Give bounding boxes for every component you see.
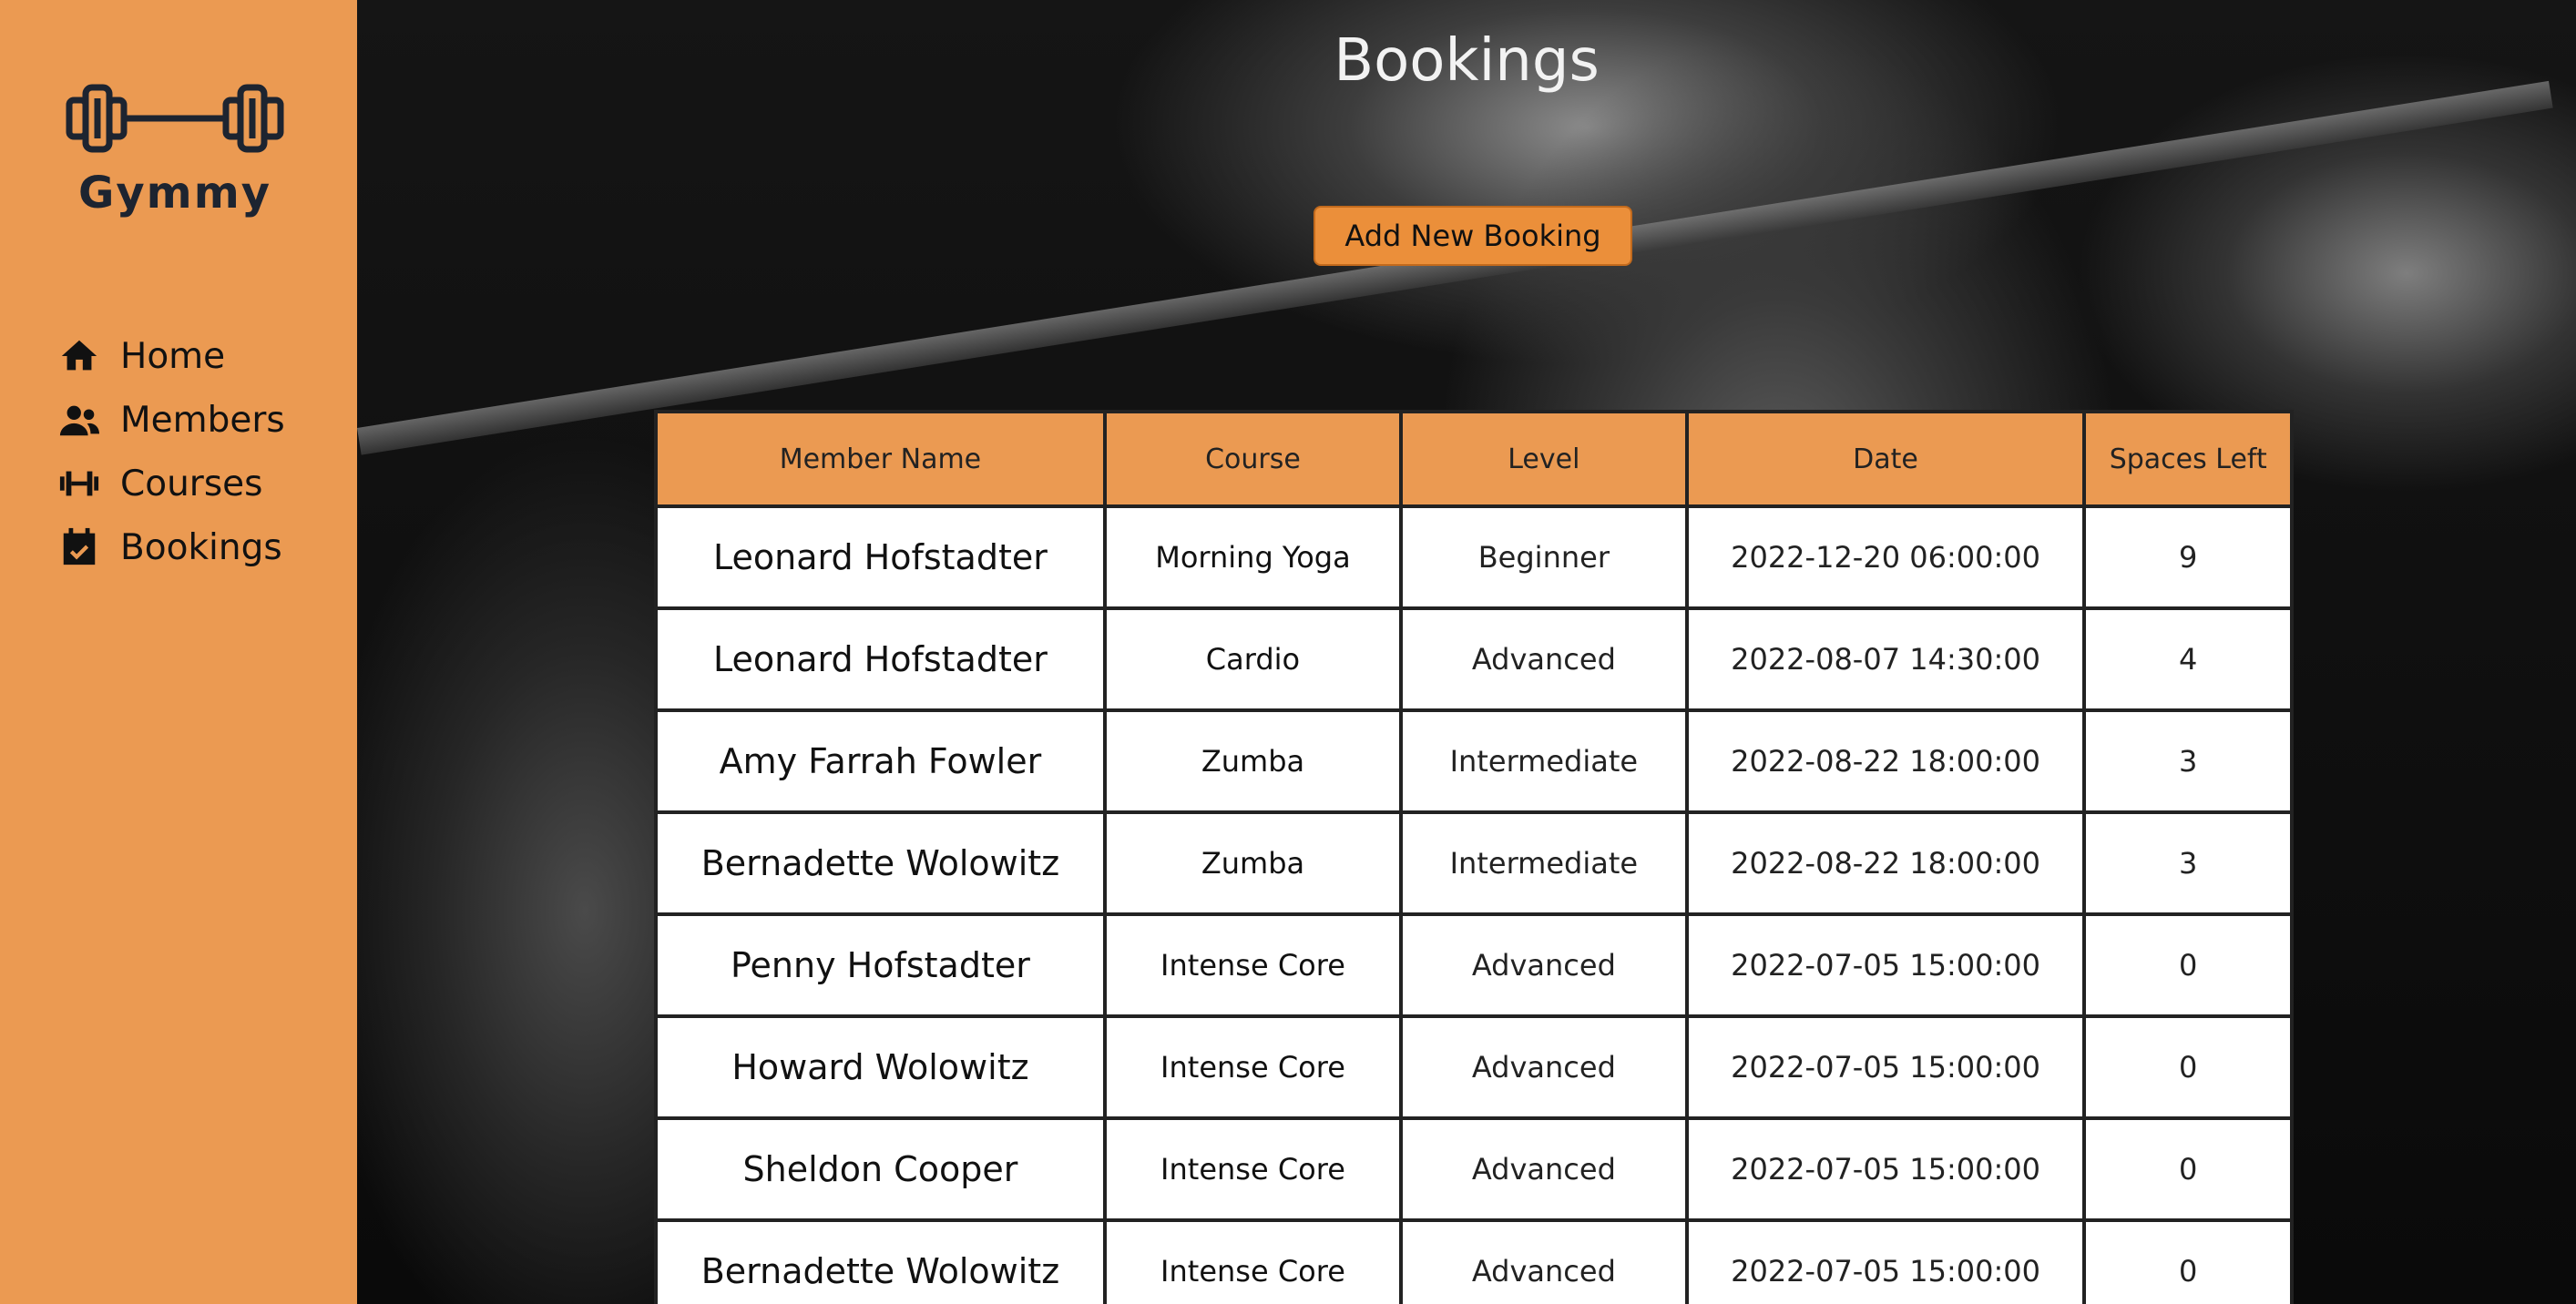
cell-spaces-left: 0 <box>2082 912 2294 1018</box>
cell-level: Advanced <box>1399 1014 1689 1120</box>
main-content: Bookings Add New Booking Member Name Cou… <box>357 0 2576 1304</box>
cell-course: Intense Core <box>1102 1014 1404 1120</box>
cell-member-name: Sheldon Cooper <box>654 1116 1107 1222</box>
cell-level: Intermediate <box>1399 810 1689 916</box>
users-icon <box>56 399 102 441</box>
table-row[interactable]: Leonard Hofstadter Morning Yoga Beginner… <box>654 504 2294 610</box>
sidebar-item-bookings[interactable]: Bookings <box>56 515 285 579</box>
dumbbell-logo-icon <box>66 84 284 153</box>
app-name: Gymmy <box>77 168 271 219</box>
column-header-course[interactable]: Course <box>1102 410 1404 508</box>
table-row[interactable]: Howard Wolowitz Intense Core Advanced 20… <box>654 1014 2294 1120</box>
cell-member-name: Bernadette Wolowitz <box>654 810 1107 916</box>
cell-spaces-left: 0 <box>2082 1116 2294 1222</box>
cell-level: Advanced <box>1399 912 1689 1018</box>
sidebar-item-members[interactable]: Members <box>56 388 285 452</box>
sidebar-nav: Home Members Courses Bookings <box>56 324 285 579</box>
cell-spaces-left: 0 <box>2082 1218 2294 1304</box>
cell-spaces-left: 3 <box>2082 708 2294 814</box>
column-header-level[interactable]: Level <box>1399 410 1689 508</box>
cell-member-name: Howard Wolowitz <box>654 1014 1107 1120</box>
sidebar: Gymmy Home Members Courses Bookings <box>0 0 357 1304</box>
gymmy-logo[interactable]: Gymmy <box>66 80 284 219</box>
sidebar-item-label: Members <box>120 399 285 441</box>
cell-date: 2022-07-05 15:00:00 <box>1684 1116 2087 1222</box>
cell-date: 2022-07-05 15:00:00 <box>1684 1014 2087 1120</box>
cell-spaces-left: 3 <box>2082 810 2294 916</box>
cell-course: Intense Core <box>1102 1116 1404 1222</box>
column-header-date[interactable]: Date <box>1684 410 2087 508</box>
background-photo <box>357 80 2553 455</box>
table-row[interactable]: Amy Farrah Fowler Zumba Intermediate 202… <box>654 708 2294 814</box>
sidebar-item-home[interactable]: Home <box>56 324 285 388</box>
table-row[interactable]: Bernadette Wolowitz Zumba Intermediate 2… <box>654 810 2294 916</box>
cell-course: Cardio <box>1102 606 1404 712</box>
sidebar-item-label: Home <box>120 335 226 377</box>
cell-level: Advanced <box>1399 1116 1689 1222</box>
calendar-check-icon <box>56 526 102 568</box>
column-header-spaces-left[interactable]: Spaces Left <box>2082 410 2294 508</box>
cell-date: 2022-12-20 06:00:00 <box>1684 504 2087 610</box>
cell-date: 2022-07-05 15:00:00 <box>1684 912 2087 1018</box>
cell-course: Morning Yoga <box>1102 504 1404 610</box>
cell-date: 2022-08-07 14:30:00 <box>1684 606 2087 712</box>
cell-level: Advanced <box>1399 1218 1689 1304</box>
add-new-booking-button[interactable]: Add New Booking <box>1314 206 1632 266</box>
table-row[interactable]: Sheldon Cooper Intense Core Advanced 202… <box>654 1116 2294 1222</box>
cell-course: Intense Core <box>1102 912 1404 1018</box>
sidebar-item-label: Bookings <box>120 526 282 568</box>
table-header-row: Member Name Course Level Date Spaces Lef… <box>654 410 2294 508</box>
cell-spaces-left: 9 <box>2082 504 2294 610</box>
page-title: Bookings <box>1334 27 1600 95</box>
cell-course: Zumba <box>1102 708 1404 814</box>
cell-date: 2022-08-22 18:00:00 <box>1684 810 2087 916</box>
table-row[interactable]: Penny Hofstadter Intense Core Advanced 2… <box>654 912 2294 1018</box>
bookings-table: Member Name Course Level Date Spaces Lef… <box>654 410 2294 1304</box>
table-row[interactable]: Bernadette Wolowitz Intense Core Advance… <box>654 1218 2294 1304</box>
table-row[interactable]: Leonard Hofstadter Cardio Advanced 2022-… <box>654 606 2294 712</box>
dumbbell-icon <box>56 463 102 504</box>
sidebar-item-courses[interactable]: Courses <box>56 452 285 515</box>
sidebar-item-label: Courses <box>120 463 263 504</box>
cell-member-name: Leonard Hofstadter <box>654 504 1107 610</box>
cell-course: Zumba <box>1102 810 1404 916</box>
home-icon <box>56 335 102 377</box>
cell-date: 2022-07-05 15:00:00 <box>1684 1218 2087 1304</box>
cell-member-name: Bernadette Wolowitz <box>654 1218 1107 1304</box>
cell-level: Intermediate <box>1399 708 1689 814</box>
column-header-member-name[interactable]: Member Name <box>654 410 1107 508</box>
cell-level: Advanced <box>1399 606 1689 712</box>
cell-level: Beginner <box>1399 504 1689 610</box>
cell-date: 2022-08-22 18:00:00 <box>1684 708 2087 814</box>
cell-member-name: Amy Farrah Fowler <box>654 708 1107 814</box>
cell-member-name: Leonard Hofstadter <box>654 606 1107 712</box>
cell-member-name: Penny Hofstadter <box>654 912 1107 1018</box>
cell-spaces-left: 0 <box>2082 1014 2294 1120</box>
cell-course: Intense Core <box>1102 1218 1404 1304</box>
cell-spaces-left: 4 <box>2082 606 2294 712</box>
